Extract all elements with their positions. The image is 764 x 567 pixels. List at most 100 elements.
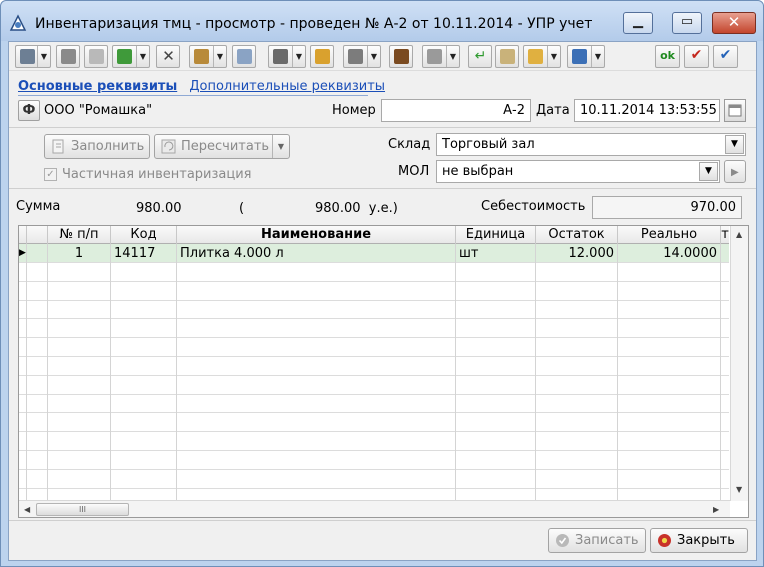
recalculate-button[interactable]: Пересчитать ▼ — [154, 134, 290, 159]
chevron-down-icon[interactable]: ▼ — [367, 46, 380, 67]
chevron-down-icon[interactable]: ▼ — [292, 46, 305, 67]
calendar-button[interactable] — [724, 99, 746, 122]
items-table[interactable]: № п/п Код Наименование Единица Остаток Р… — [18, 225, 749, 518]
empty-cell[interactable] — [111, 319, 177, 339]
documents-button[interactable]: ▼ — [189, 45, 227, 68]
cell-num[interactable]: 1 — [48, 244, 111, 263]
empty-cell[interactable] — [48, 356, 111, 376]
empty-cell[interactable] — [111, 469, 177, 489]
reports-button[interactable]: ▼ — [422, 45, 460, 68]
empty-table-row[interactable] — [19, 450, 729, 470]
empty-cell[interactable] — [536, 375, 618, 395]
empty-cell[interactable] — [536, 338, 618, 357]
empty-cell[interactable] — [48, 394, 111, 414]
empty-cell[interactable] — [111, 375, 177, 395]
empty-table-row[interactable] — [19, 319, 729, 339]
empty-cell[interactable] — [27, 432, 48, 451]
post-button[interactable]: ✔ — [684, 45, 709, 68]
chevron-down-icon[interactable]: ▼ — [547, 46, 560, 67]
empty-cell[interactable] — [111, 432, 177, 451]
empty-cell[interactable] — [48, 300, 111, 320]
minimize-button[interactable]: ▁ — [623, 12, 653, 34]
empty-cell[interactable] — [536, 432, 618, 451]
close-button[interactable]: Закрыть — [650, 528, 748, 553]
empty-cell[interactable] — [618, 469, 721, 489]
empty-cell[interactable] — [27, 469, 48, 489]
delete-button[interactable]: ✕ — [156, 45, 180, 68]
chevron-down-icon[interactable]: ▼ — [591, 46, 604, 67]
empty-cell[interactable] — [536, 394, 618, 414]
structure-button[interactable] — [56, 45, 80, 68]
chevron-down-icon[interactable]: ▼ — [272, 135, 289, 158]
computer-button[interactable]: ▼ — [567, 45, 605, 68]
empty-cell[interactable] — [177, 319, 456, 339]
empty-cell[interactable] — [48, 338, 111, 357]
empty-cell[interactable] — [536, 262, 618, 282]
empty-cell[interactable] — [456, 356, 536, 376]
empty-cell[interactable] — [618, 413, 721, 433]
empty-cell[interactable] — [177, 432, 456, 451]
empty-cell[interactable] — [48, 469, 111, 489]
empty-cell[interactable] — [27, 450, 48, 470]
empty-cell[interactable] — [456, 281, 536, 301]
empty-cell[interactable] — [536, 281, 618, 301]
organization-button[interactable]: Ф — [18, 100, 40, 121]
folders-button[interactable]: ▼ — [523, 45, 561, 68]
tab-main[interactable]: Основные реквизиты — [18, 79, 177, 94]
cell-name[interactable]: Плитка 4.000 л — [177, 244, 456, 263]
empty-cell[interactable] — [618, 300, 721, 320]
table-row[interactable]: ▶ 1 14117 Плитка 4.000 л шт 12.000 14.00… — [19, 244, 729, 263]
empty-cell[interactable] — [27, 319, 48, 339]
empty-cell[interactable] — [536, 356, 618, 376]
empty-cell[interactable] — [111, 450, 177, 470]
empty-cell[interactable] — [536, 413, 618, 433]
empty-cell[interactable] — [19, 413, 27, 433]
empty-cell[interactable] — [19, 319, 27, 339]
empty-cell[interactable] — [456, 413, 536, 433]
ok-button[interactable]: ok — [655, 45, 680, 68]
empty-cell[interactable] — [111, 281, 177, 301]
mol-clear-button[interactable]: ▶ — [724, 160, 746, 183]
empty-table-row[interactable] — [19, 375, 729, 395]
empty-cell[interactable] — [111, 262, 177, 282]
vertical-scrollbar[interactable]: ▲ ▼ — [730, 226, 748, 501]
empty-cell[interactable] — [19, 450, 27, 470]
empty-table-row[interactable] — [19, 356, 729, 376]
empty-cell[interactable] — [19, 262, 27, 282]
empty-cell[interactable] — [27, 281, 48, 301]
empty-cell[interactable] — [111, 394, 177, 414]
empty-cell[interactable] — [111, 338, 177, 357]
row-check-cell[interactable] — [27, 244, 48, 263]
empty-cell[interactable] — [177, 300, 456, 320]
empty-cell[interactable] — [177, 338, 456, 357]
warehouse-select[interactable]: Торговый зал ▼ — [436, 133, 746, 156]
empty-cell[interactable] — [177, 281, 456, 301]
empty-cell[interactable] — [177, 262, 456, 282]
empty-cell[interactable] — [456, 338, 536, 357]
empty-cell[interactable] — [456, 450, 536, 470]
empty-cell[interactable] — [456, 394, 536, 414]
empty-cell[interactable] — [456, 375, 536, 395]
empty-cell[interactable] — [27, 375, 48, 395]
empty-cell[interactable] — [19, 394, 27, 414]
empty-cell[interactable] — [456, 300, 536, 320]
empty-cell[interactable] — [177, 469, 456, 489]
empty-table-row[interactable] — [19, 262, 729, 282]
empty-table-row[interactable] — [19, 394, 729, 414]
empty-cell[interactable] — [111, 300, 177, 320]
empty-table-row[interactable] — [19, 469, 729, 489]
calculator-button[interactable] — [232, 45, 256, 68]
title-bar[interactable]: Инвентаризация тмц - просмотр - проведен… — [1, 1, 763, 41]
empty-cell[interactable] — [19, 469, 27, 489]
empty-cell[interactable] — [48, 375, 111, 395]
cell-code[interactable]: 14117 — [111, 244, 177, 263]
enter-button[interactable]: ↵ — [468, 45, 492, 68]
column-header-name[interactable]: Наименование — [177, 226, 456, 244]
chevron-down-icon[interactable]: ▼ — [213, 46, 226, 67]
empty-cell[interactable] — [618, 281, 721, 301]
export-button[interactable] — [310, 45, 334, 68]
scroll-left-icon[interactable]: ◀ — [24, 505, 30, 514]
empty-cell[interactable] — [536, 469, 618, 489]
empty-cell[interactable] — [48, 413, 111, 433]
scroll-right-icon[interactable]: ▶ — [713, 505, 719, 514]
